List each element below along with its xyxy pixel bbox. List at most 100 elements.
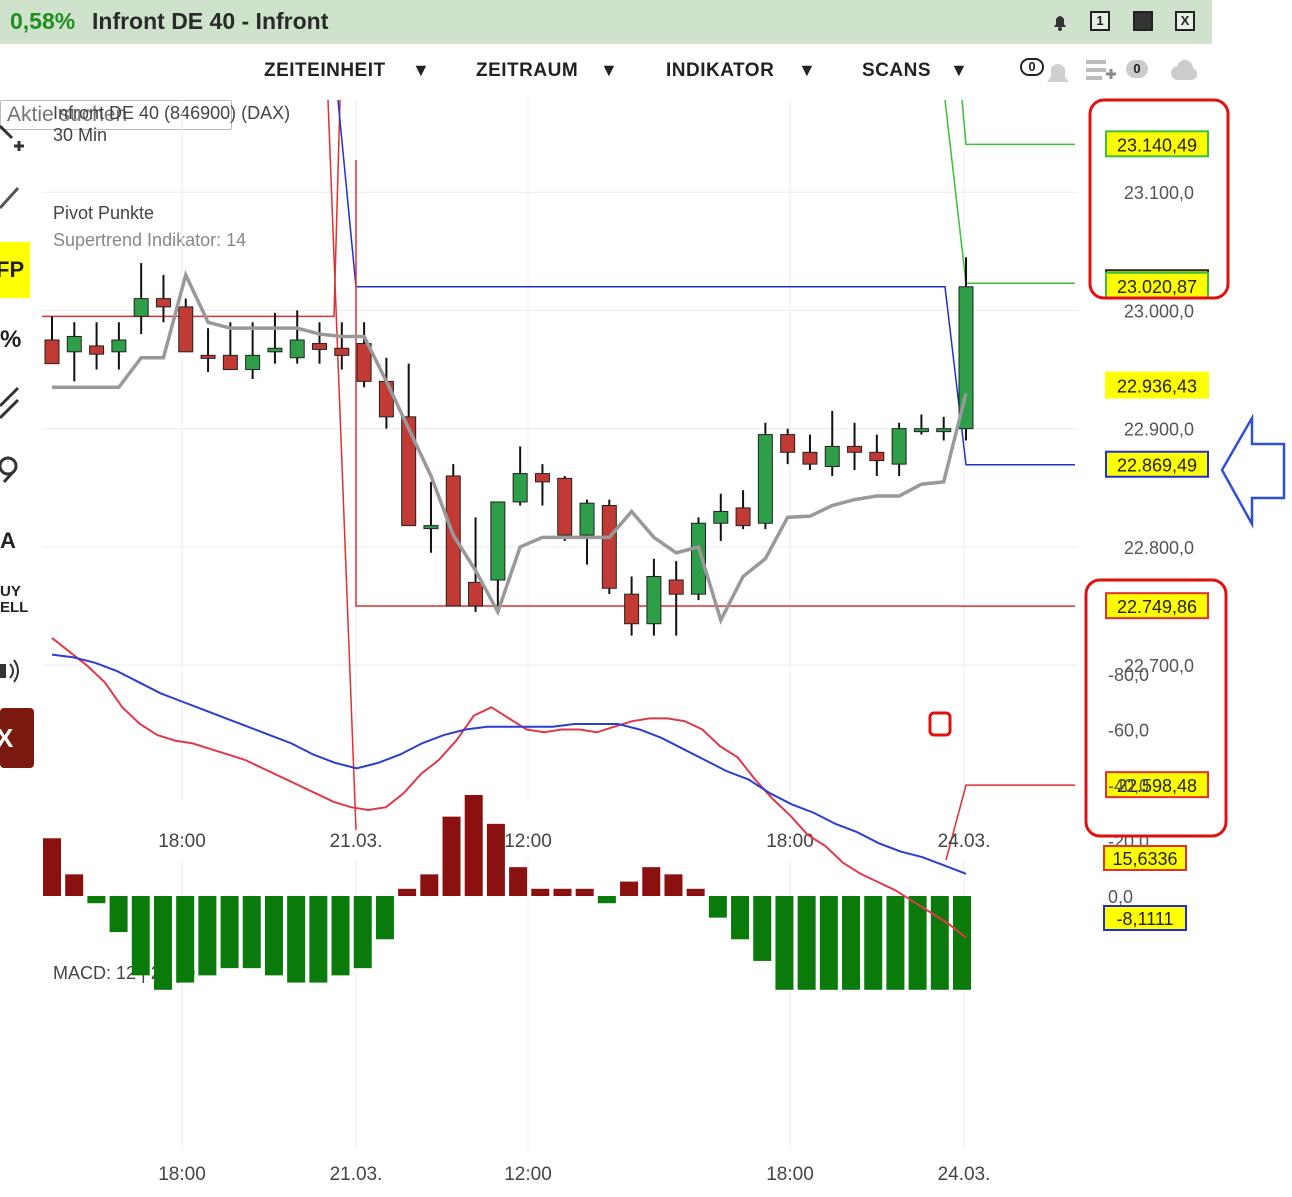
y-tick-label: 22.800,0 [1124, 538, 1194, 558]
macd-histogram-bar [953, 896, 971, 990]
price-label: 22.936,43 [1106, 373, 1208, 398]
macd-histogram-bar [709, 896, 727, 918]
macd-histogram-bar [332, 896, 350, 975]
candle-body [848, 446, 862, 452]
macd-histogram-bar [664, 874, 682, 896]
x-tick-label: 24.03. [938, 1164, 991, 1185]
macd-histogram-bar [43, 838, 61, 896]
macd-value-label: -8,1111 [1104, 906, 1186, 930]
candle-body [647, 576, 661, 623]
candle-body [580, 503, 594, 535]
macd-histogram-bar [775, 896, 793, 990]
candle-body [246, 355, 260, 369]
macd-histogram-bar [265, 896, 283, 975]
price-label-text: 23.020,87 [1117, 277, 1197, 297]
candle-body [469, 582, 483, 606]
macd-histogram-bar [642, 867, 660, 896]
macd-histogram-bar [243, 896, 261, 968]
macd-histogram-bar [154, 896, 172, 990]
macd-histogram-bar [487, 824, 505, 896]
candle-body [379, 381, 393, 416]
pivot-line-drop [328, 100, 356, 830]
candle-body [736, 508, 750, 526]
x-tick-label: 18:00 [766, 1164, 814, 1185]
macd-histogram-bar [820, 896, 838, 990]
candle-body [602, 506, 616, 589]
macd-histogram-bar [376, 896, 394, 939]
candle-body [513, 474, 527, 502]
candle-body [781, 435, 795, 453]
price-label: 22.749,86 [1106, 593, 1208, 618]
candle-body [803, 452, 817, 464]
candle-body [625, 594, 639, 624]
macd-histogram-bar [443, 817, 461, 896]
candle-body [313, 344, 327, 350]
candle-body [669, 580, 683, 594]
macd-histogram-bar [110, 896, 128, 932]
x-tick-label: 18:00 [158, 1164, 206, 1185]
price-label: 23.140,49 [1106, 131, 1208, 156]
macd-histogram-bar [753, 896, 771, 961]
blue-outline-arrow [1222, 418, 1284, 524]
macd-value-label: 15,6336 [1104, 846, 1186, 870]
macd-histogram-bar [398, 889, 416, 896]
macd-histogram-bar [931, 896, 949, 990]
x-tick-label: 12:00 [504, 831, 552, 852]
price-label: 22.869,49 [1106, 452, 1208, 477]
price-label-text: 22.749,86 [1117, 597, 1197, 617]
candle-body [45, 340, 59, 364]
macd-histogram-bar [509, 867, 527, 896]
price-label: 23.020,87 [1106, 273, 1208, 298]
macd-histogram-bar [65, 874, 83, 896]
price-label-text: 23.140,49 [1117, 135, 1197, 155]
macd-value-text: -8,1111 [1116, 909, 1173, 929]
x-tick-label: 18:00 [158, 831, 206, 852]
x-tick-label: 21.03. [330, 831, 383, 852]
macd-histogram-bar [354, 896, 372, 968]
y-tick-label: -60,0 [1108, 721, 1149, 741]
macd-histogram-bar [553, 889, 571, 896]
macd-histogram-bar [620, 882, 638, 896]
macd-histogram-bar [420, 874, 438, 896]
candle-body [914, 429, 928, 432]
candle-body [825, 446, 839, 466]
macd-histogram-bar [176, 896, 194, 983]
macd-histogram-bar [576, 889, 594, 896]
y-tick-label: -40,0 [1108, 776, 1149, 796]
macd-histogram-bar [886, 896, 904, 990]
x-tick-label: 21.03. [330, 1164, 383, 1185]
macd-histogram-bar [909, 896, 927, 990]
macd-histogram-bar [598, 896, 616, 903]
macd-histogram-bar [221, 896, 239, 968]
macd-histogram-bar [531, 889, 549, 896]
candle-body [134, 299, 148, 317]
candle-body [268, 348, 282, 352]
pivot-line-r2 [962, 100, 1075, 144]
macd-histogram-bar [842, 896, 860, 990]
y-tick-label: -80,0 [1108, 665, 1149, 685]
macd-histogram-bar [198, 896, 216, 975]
macd-histogram-bar [731, 896, 749, 939]
candle-body [758, 435, 772, 524]
candle-body [290, 340, 304, 358]
price-chart[interactable]: 23.100,023.000,022.900,022.800,022.700,0… [0, 0, 1212, 1197]
macd-histogram-bar [87, 896, 105, 903]
macd-histogram-bar [309, 896, 327, 983]
candle-body [90, 346, 104, 354]
candle-body [535, 474, 549, 482]
macd-histogram-bar [465, 795, 483, 896]
price-label-text: 22.869,49 [1117, 456, 1197, 476]
candle-body [201, 355, 215, 358]
candle-body [870, 452, 884, 460]
candle-body [112, 340, 126, 352]
candle-body [223, 355, 237, 369]
candle-body [937, 429, 951, 432]
y-tick-label: 23.000,0 [1124, 301, 1194, 321]
y-tick-label: 0,0 [1108, 887, 1133, 907]
x-tick-label: 24.03. [938, 831, 991, 852]
macd-histogram-bar [287, 896, 305, 983]
candle-body [558, 478, 572, 535]
x-tick-label: 12:00 [504, 1164, 552, 1185]
macd-histogram-bar [687, 889, 705, 896]
candle-body [335, 348, 349, 355]
